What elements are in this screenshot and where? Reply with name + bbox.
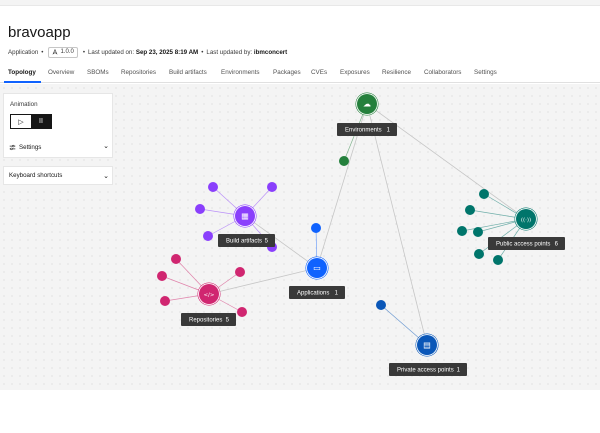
public-item-node[interactable] [465,205,475,215]
updated-by-label: Last updated by: [206,48,253,56]
separator-dot: • [201,48,204,56]
tab-exposures[interactable]: Exposures [340,69,370,76]
separator-dot: • [82,48,85,56]
build-label-text: Build artifacts [226,239,262,245]
rocket-icon [52,49,58,55]
tab-cves[interactable]: CVEs [311,69,327,76]
top-strip [0,0,600,6]
server-icon: ▤ [423,341,431,350]
private-node[interactable]: ▤ [415,333,439,357]
repositories-node[interactable]: </> [197,282,221,306]
tab-topology[interactable]: Topology [8,69,36,76]
play-button[interactable]: ▷ [11,115,31,128]
keyboard-shortcuts-accordion[interactable]: Keyboard shortcuts ⌄ [9,172,109,182]
tab-collaborators[interactable]: Collaborators [424,69,461,76]
private-item-node[interactable] [376,300,386,310]
separator-dot: • [41,48,44,56]
version-number: 1.0.0 [60,49,74,55]
updated-on-value: Sep 23, 2025 8:19 AM [135,48,199,56]
animation-panel: Animation ▷ II Settings ⌄ [3,93,113,158]
sliders-icon [9,144,16,150]
animation-toggle: ▷ II [10,114,52,129]
environments-label[interactable]: Environments 1 [337,123,397,136]
repositories-item-node[interactable] [237,307,247,317]
repositories-item-node[interactable] [171,254,181,264]
tab-environments[interactable]: Environments [221,69,260,76]
public-label[interactable]: Public access points 6 [488,237,565,250]
repositories-label-text: Repositories [189,318,222,324]
updated-on-label: Last updated on: [87,48,135,56]
public-item-node[interactable] [474,249,484,259]
public-node[interactable]: ((·)) [514,207,538,231]
keyboard-shortcuts-label: Keyboard shortcuts [9,172,63,179]
tab-packages[interactable]: Packages [273,69,301,76]
broadcast-icon: ((·)) [521,218,531,224]
applications-label[interactable]: Applications 1 [289,286,345,299]
chevron-down-icon: ⌄ [103,143,109,150]
repositories-item-node[interactable] [157,271,167,281]
build-item-node[interactable] [195,204,205,214]
build-label[interactable]: Build artifacts 5 [218,234,275,247]
build-item-node[interactable] [208,182,218,192]
applications-label-text: Applications [297,291,329,297]
keyboard-shortcuts-panel[interactable]: Keyboard shortcuts ⌄ [3,166,113,185]
pause-icon: II [39,118,43,125]
cloud-icon: ☁ [363,100,371,109]
build-item-node[interactable] [203,231,213,241]
environments-label-text: Environments [345,128,382,134]
play-icon: ▷ [18,118,24,126]
environments-node[interactable]: ☁ [355,92,379,116]
public-item-node[interactable] [479,189,489,199]
page-footer-space [0,390,600,433]
public-item-node[interactable] [473,227,483,237]
build-item-node[interactable] [267,182,277,192]
tab-repositories[interactable]: Repositories [121,69,156,76]
private-label-text: Private access points [397,368,454,374]
public-item-node[interactable] [493,255,503,265]
app-type-label: Application [8,48,39,56]
tab-settings[interactable]: Settings [474,69,497,76]
tab-build-artifacts[interactable]: Build artifacts [169,69,207,76]
applications-item-node[interactable] [311,223,321,233]
private-label[interactable]: Private access points 1 [389,363,467,376]
tab-sboms[interactable]: SBOMs [87,69,109,76]
build-node[interactable]: ▦ [233,204,257,228]
updated-by-value: ibmconcert [253,48,288,56]
tab-overview[interactable]: Overview [48,69,74,76]
tab-resilience[interactable]: Resilience [382,69,411,76]
public-label-text: Public access points [496,242,550,248]
app-metadata: Application • 1.0.0 • Last updated on: S… [8,45,287,59]
page-title: bravoapp [8,24,71,41]
monitor-icon: ▭ [313,264,321,273]
public-item-node[interactable] [457,226,467,236]
version-tag[interactable]: 1.0.0 [48,46,78,58]
active-tab-indicator [4,81,41,83]
chevron-down-icon: ⌄ [103,173,109,180]
repositories-label[interactable]: Repositories 5 [181,313,236,326]
animation-label: Animation [10,101,38,108]
pause-button[interactable]: II [31,115,51,128]
environments-item-node[interactable] [339,156,349,166]
code-icon: </> [203,293,214,299]
applications-node[interactable]: ▭ [305,256,329,280]
repositories-item-node[interactable] [160,296,170,306]
settings-label: Settings [19,143,42,151]
tab-bar: Topology Overview SBOMs Repositories Build a… [0,66,600,83]
settings-accordion[interactable]: Settings ⌄ [9,142,109,152]
repositories-item-node[interactable] [235,267,245,277]
build-icon: ▦ [241,212,249,221]
